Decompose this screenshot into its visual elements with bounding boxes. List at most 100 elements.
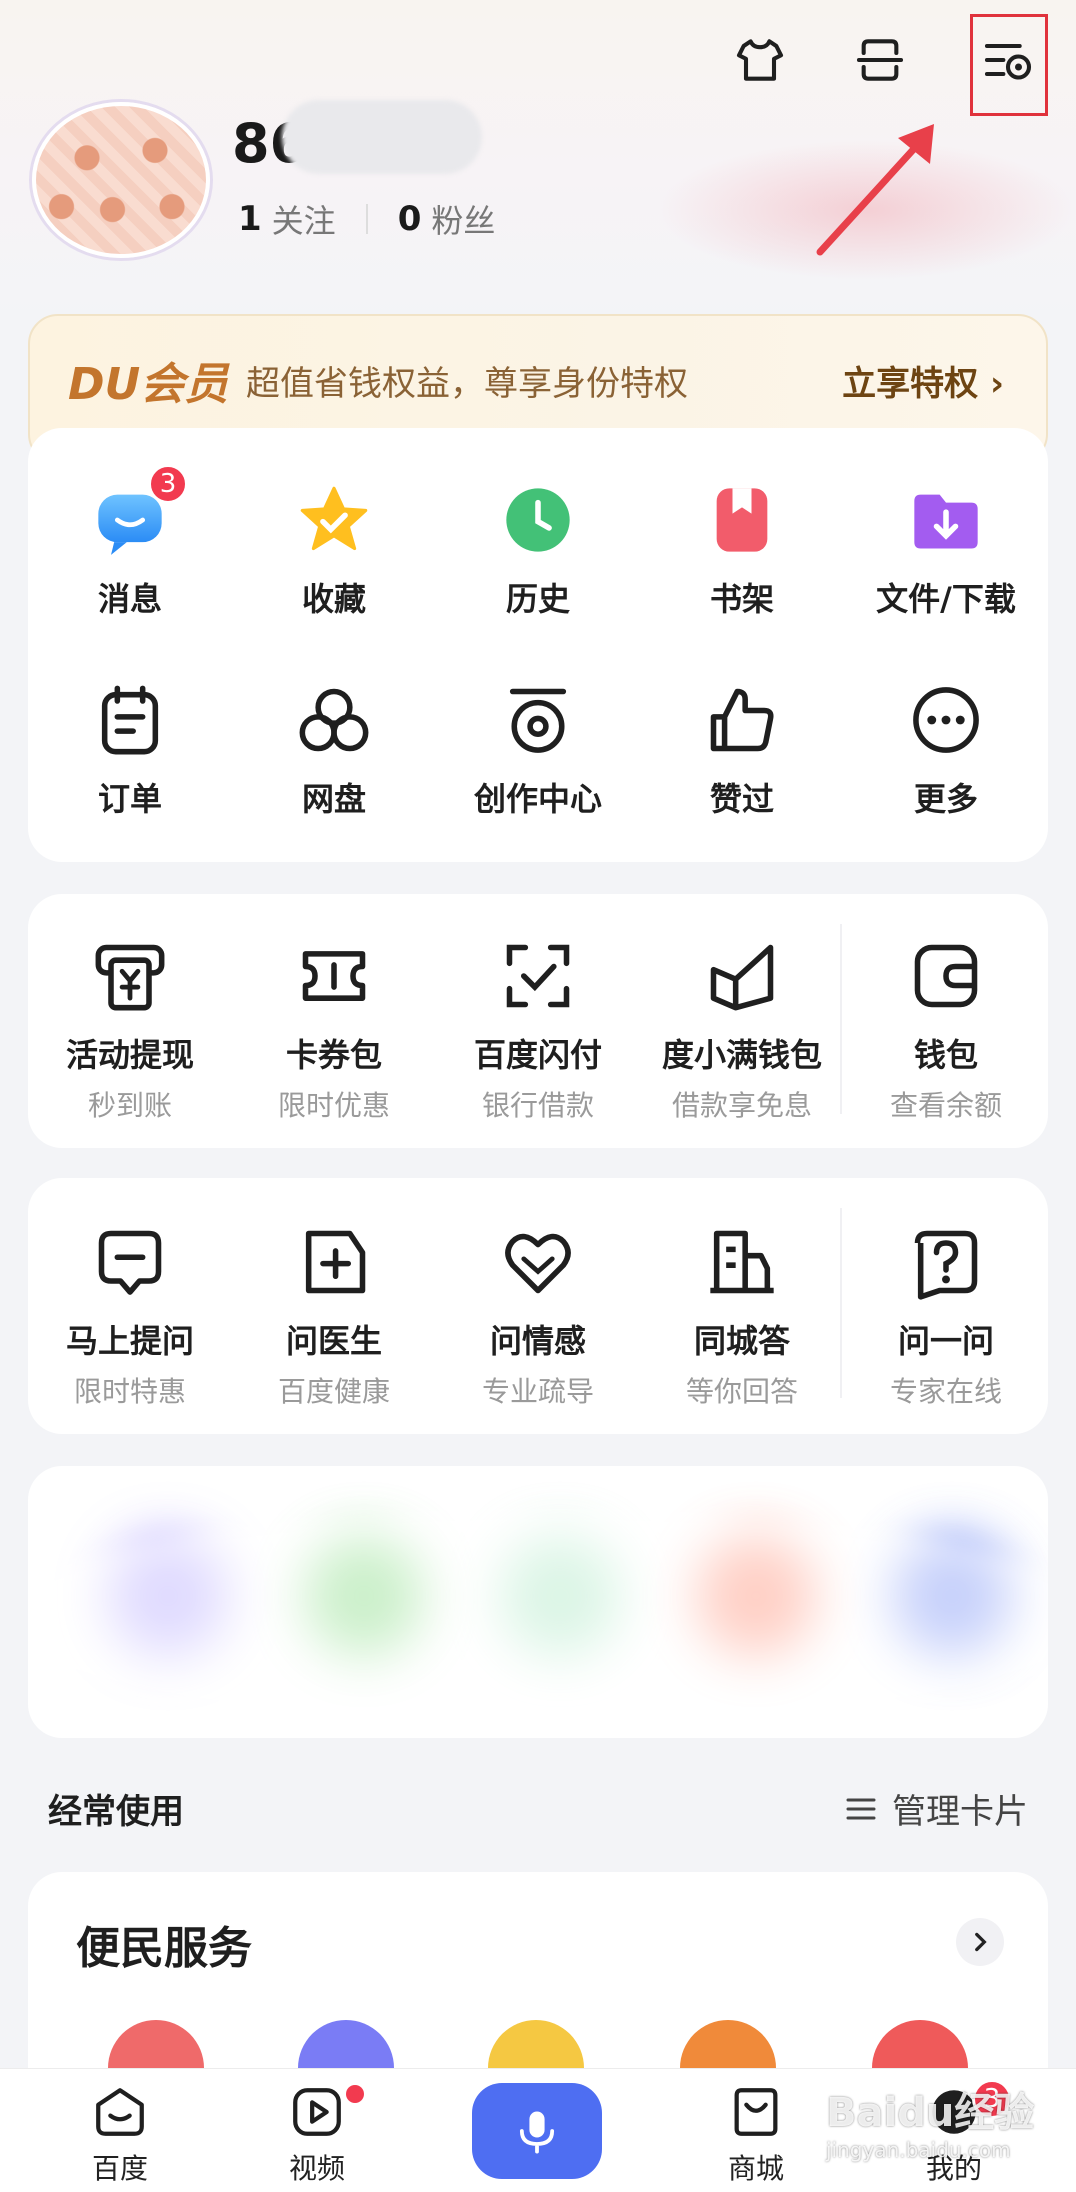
tab-label: 商城: [727, 2152, 784, 2185]
follow-stats: 1 关注 0 粉丝: [238, 196, 495, 242]
entry-label: 度小满钱包: [661, 1036, 822, 1074]
coupon-icon: [302, 951, 366, 1001]
entry-ask-emotion[interactable]: 问情感 专业疏导: [436, 1222, 640, 1410]
username-redaction: [282, 100, 482, 174]
following-count[interactable]: 1: [238, 199, 262, 239]
folder-download-icon: [914, 494, 978, 549]
entry-dxm-wallet[interactable]: 度小满钱包 借款享免息: [640, 936, 844, 1124]
doctor-plus-icon: [305, 1230, 366, 1294]
services-more-button[interactable]: [956, 1918, 1004, 1966]
entry-bookshelf[interactable]: 书架: [640, 480, 844, 620]
entry-label: 马上提问: [65, 1322, 194, 1360]
tab-label: 百度: [91, 2152, 148, 2185]
entry-sub: 限时优惠: [277, 1089, 390, 1122]
entry-sub: 秒到账: [87, 1089, 172, 1122]
entry-sub: 专业疏导: [481, 1375, 594, 1408]
clock-icon: [506, 488, 570, 552]
finance-card: 活动提现 秒到账 卡券包 限时优惠 百度闪付 银行借款 度小满钱包 借款享免息 …: [28, 894, 1048, 1148]
tab-baidu[interactable]: 百度: [60, 2083, 180, 2187]
entry-files-downloads[interactable]: 文件/下载: [844, 480, 1048, 620]
avatar[interactable]: [32, 102, 210, 258]
entry-cash-withdraw[interactable]: 活动提现 秒到账: [28, 936, 232, 1124]
home-icon: [96, 2088, 144, 2136]
star-icon: [300, 486, 368, 551]
divider: [365, 204, 368, 234]
entry-history[interactable]: 历史: [436, 480, 640, 620]
entry-sub: 专家在线: [889, 1375, 1002, 1408]
entry-liked[interactable]: 赞过: [640, 680, 844, 820]
entry-label: 问情感: [489, 1322, 586, 1360]
netdisk-icon: [299, 688, 369, 752]
tshirt-icon: [736, 39, 784, 81]
followers-count[interactable]: 0: [398, 199, 422, 239]
thumbs-up-icon: [710, 688, 774, 752]
vip-cta[interactable]: 立享特权 ›: [842, 356, 1004, 405]
entry-wallet[interactable]: 钱包 查看余额: [844, 936, 1048, 1124]
quick-entries-card: 3 消息 收藏 历史 书架 文件/下载 订单 网盘 创作中心 赞过 更多: [28, 428, 1048, 862]
video-notification-dot: [346, 2085, 364, 2103]
question-icon: [914, 1230, 978, 1300]
blurred-card: [28, 1466, 1048, 1738]
entry-label: 活动提现: [65, 1036, 194, 1074]
entry-ask-doctor[interactable]: 问医生 百度健康: [232, 1222, 436, 1410]
entry-ask-now[interactable]: 马上提问 限时特惠: [28, 1222, 232, 1410]
entry-label: 创作中心: [473, 780, 602, 818]
wallet-icon: [914, 944, 978, 1008]
withdraw-icon: [95, 944, 165, 1011]
entry-messages[interactable]: 3 消息: [28, 464, 232, 620]
entry-ask-expert[interactable]: 问一问 专家在线: [844, 1222, 1048, 1410]
voice-search-button[interactable]: [472, 2083, 602, 2179]
entry-label: 问医生: [285, 1322, 382, 1360]
more-icon: [913, 687, 979, 753]
entry-label: 文件/下载: [876, 580, 1016, 618]
scan-check-icon: [506, 944, 570, 1008]
entry-label: 更多: [913, 780, 978, 818]
vip-logo: DU会员: [68, 359, 229, 410]
entry-favorites[interactable]: 收藏: [232, 480, 436, 620]
entry-sub: 查看余额: [889, 1089, 1002, 1122]
skin-button[interactable]: [728, 28, 792, 92]
message-badge: 3: [148, 464, 188, 504]
dxm-wallet-icon: [710, 944, 774, 1011]
blur-overlay: [28, 1506, 1048, 1736]
entry-sub: 百度健康: [277, 1375, 390, 1408]
manage-label: 管理卡片: [892, 1792, 1028, 1832]
entry-local-answer[interactable]: 同城答 等你回答: [640, 1222, 844, 1410]
manage-cards-button[interactable]: 管理卡片: [844, 1784, 1028, 1833]
ask-card: 马上提问 限时特惠 问医生 百度健康 问情感 专业疏导 同城答 等你回答 问一问…: [28, 1178, 1048, 1434]
finance-row: 活动提现 秒到账 卡券包 限时优惠 百度闪付 银行借款 度小满钱包 借款享免息 …: [28, 936, 1048, 1124]
scan-button[interactable]: [848, 28, 912, 92]
entry-label: 百度闪付: [473, 1036, 602, 1074]
microphone-icon: [519, 2111, 555, 2154]
entry-label: 问一问: [897, 1322, 994, 1360]
entry-label: 钱包: [913, 1036, 978, 1074]
quick-row-2: 订单 网盘 创作中心 赞过 更多: [28, 680, 1048, 820]
entry-creator-center[interactable]: 创作中心: [436, 680, 640, 820]
creator-icon: [509, 688, 567, 753]
tab-mall[interactable]: 商城: [696, 2083, 816, 2187]
building-icon: [710, 1230, 774, 1294]
following-label[interactable]: 关注: [272, 196, 336, 242]
entry-label: 赞过: [709, 780, 774, 818]
chevron-right-icon: [975, 1932, 987, 1952]
vip-description: 超值省钱权益，尊享身份特权: [246, 364, 688, 404]
entry-label: 收藏: [301, 580, 366, 618]
quick-row-1: 3 消息 收藏 历史 书架 文件/下载: [28, 464, 1048, 620]
entry-label: 网盘: [301, 780, 366, 818]
watermark: Baidu经验 jingyan.baidu.com: [826, 2080, 1034, 2162]
followers-label[interactable]: 粉丝: [431, 196, 495, 242]
entry-sub: 等你回答: [685, 1375, 798, 1408]
entry-flash-pay[interactable]: 百度闪付 银行借款: [436, 936, 640, 1124]
highlight-box: [970, 14, 1048, 116]
ask-row: 马上提问 限时特惠 问医生 百度健康 问情感 专业疏导 同城答 等你回答 问一问…: [28, 1222, 1048, 1410]
entry-more[interactable]: 更多: [844, 680, 1048, 820]
entry-sub: 银行借款: [481, 1089, 594, 1122]
entry-coupons[interactable]: 卡券包 限时优惠: [232, 936, 436, 1124]
heart-icon: [505, 1233, 571, 1294]
entry-netdisk[interactable]: 网盘: [232, 680, 436, 820]
entry-sub: 借款享免息: [671, 1089, 812, 1122]
entry-label: 书架: [709, 580, 774, 618]
entry-label: 订单: [97, 780, 162, 818]
entry-orders[interactable]: 订单: [28, 680, 232, 820]
entry-label: 卡券包: [285, 1036, 382, 1074]
